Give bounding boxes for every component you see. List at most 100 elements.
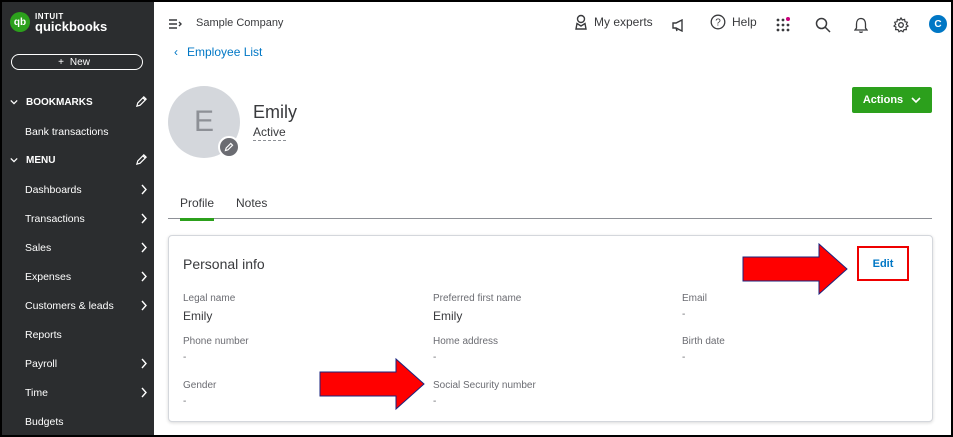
employee-name: Emily — [253, 102, 297, 122]
actions-dropdown-button[interactable]: Actions — [852, 87, 932, 113]
user-avatar[interactable]: C — [929, 15, 947, 33]
field-label: Home address — [433, 336, 499, 347]
svg-text:?: ? — [715, 18, 721, 29]
sidebar-item-time[interactable]: Time — [2, 378, 154, 407]
field-value: - — [183, 396, 187, 407]
tab-notes[interactable]: Notes — [236, 196, 267, 218]
sidebar-item-label: Reports — [25, 328, 62, 341]
search-icon[interactable] — [815, 17, 831, 33]
sidebar-item-sales[interactable]: Sales — [2, 233, 154, 262]
sidebar-item-label: Transactions — [25, 212, 85, 225]
chevron-right-icon — [141, 387, 147, 398]
sidebar-item-reports[interactable]: Reports — [2, 320, 154, 349]
chevron-right-icon — [141, 242, 147, 253]
home-address-field: Home address - — [433, 336, 498, 363]
field-label: Phone number — [183, 336, 249, 347]
quickbooks-logo[interactable]: qb INTUIT quickbooks — [10, 12, 108, 34]
sidebar-item-label: Payroll — [25, 357, 58, 370]
megaphone-icon[interactable] — [671, 19, 685, 32]
actions-label: Actions — [862, 94, 904, 106]
app-window: qb INTUIT quickbooks + New BOOKMARKS Ban… — [2, 2, 951, 435]
edit-personal-info-button[interactable]: Edit — [857, 246, 909, 281]
ssn-field: Social Security number - — [433, 380, 536, 407]
pencil-icon[interactable] — [135, 153, 148, 166]
menu-section-header[interactable]: MENU — [2, 148, 154, 172]
field-value: Emily — [433, 309, 463, 323]
sidebar-item-dashboards[interactable]: Dashboards — [2, 175, 154, 204]
pencil-icon[interactable] — [135, 95, 148, 108]
chevron-right-icon — [141, 184, 147, 195]
personal-info-title: Personal info — [183, 256, 265, 272]
gear-icon[interactable] — [893, 17, 909, 33]
field-label: Email — [682, 293, 708, 304]
field-label: Legal name — [183, 293, 236, 304]
sidebar-item-budgets[interactable]: Budgets — [2, 407, 154, 435]
email-field: Email - — [682, 293, 707, 320]
sidebar-item-expenses[interactable]: Expenses — [2, 262, 154, 291]
bookmarks-label: BOOKMARKS — [26, 96, 93, 108]
new-button[interactable]: + New — [11, 54, 143, 70]
field-value: - — [682, 352, 686, 363]
help-label: Help — [732, 15, 757, 29]
sidebar-item-bank-transactions[interactable]: Bank transactions — [2, 117, 154, 146]
field-label: Gender — [183, 380, 217, 391]
sidebar-item-label: Budgets — [25, 415, 64, 428]
sidebar-item-label: Bank transactions — [25, 125, 109, 138]
legal-name-field: Legal name Emily — [183, 293, 235, 323]
sidebar-item-customers-leads[interactable]: Customers & leads — [2, 291, 154, 320]
bell-icon[interactable] — [854, 17, 868, 34]
tab-profile[interactable]: Profile — [180, 196, 215, 221]
bookmarks-section-header[interactable]: BOOKMARKS — [2, 90, 154, 114]
field-value: - — [682, 309, 686, 320]
qb-logo-icon: qb — [10, 12, 30, 32]
field-value: Emily — [183, 309, 213, 323]
experts-icon — [575, 14, 587, 30]
sidebar-item-label: Time — [25, 386, 48, 399]
back-link-label: Employee List — [187, 45, 263, 59]
field-value: - — [183, 352, 187, 363]
sidebar-item-label: Expenses — [25, 270, 72, 283]
preferred-first-name-field: Preferred first name Emily — [433, 293, 521, 323]
logo-quickbooks-text: quickbooks — [35, 19, 108, 34]
annotation-arrow-ssn — [319, 357, 425, 411]
edit-photo-button[interactable] — [218, 136, 240, 158]
pencil-icon — [224, 142, 234, 152]
menu-label: MENU — [26, 154, 56, 166]
chevron-right-icon — [141, 358, 147, 369]
field-label: Birth date — [682, 336, 725, 347]
field-value: - — [433, 352, 437, 363]
help-button[interactable]: ? Help — [710, 14, 757, 30]
employee-tabs: Profile Notes — [168, 192, 932, 221]
my-experts-label: My experts — [594, 15, 653, 29]
annotation-arrow-edit — [742, 242, 848, 296]
back-to-employee-list-link[interactable]: ‹ Employee List — [174, 45, 262, 59]
hamburger-icon[interactable] — [168, 18, 182, 30]
sidebar-item-payroll[interactable]: Payroll — [2, 349, 154, 378]
field-value: - — [433, 396, 437, 407]
chevron-right-icon — [141, 271, 147, 282]
sidebar-item-label: Sales — [25, 241, 52, 254]
chevron-down-icon — [10, 99, 18, 105]
employee-status[interactable]: Active — [253, 125, 286, 141]
sidebar-item-transactions[interactable]: Transactions — [2, 204, 154, 233]
field-label: Preferred first name — [433, 293, 522, 304]
chevron-down-icon — [911, 96, 921, 103]
chevron-right-icon — [141, 300, 147, 311]
chevron-right-icon — [141, 213, 147, 224]
phone-number-field: Phone number - — [183, 336, 249, 363]
field-label: Social Security number — [433, 380, 536, 391]
company-name[interactable]: Sample Company — [196, 17, 283, 29]
chevron-left-icon: ‹ — [174, 45, 178, 59]
sidebar-item-label: Customers & leads — [25, 299, 114, 312]
sidebar-item-label: Dashboards — [25, 183, 82, 196]
new-button-label: New — [69, 56, 90, 68]
sidebar: qb INTUIT quickbooks + New BOOKMARKS Ban… — [2, 2, 154, 435]
plus-icon: + — [58, 56, 64, 68]
top-bar: Sample Company My experts ? Help C — [154, 2, 951, 48]
my-experts-button[interactable]: My experts — [574, 14, 653, 30]
help-icon: ? — [710, 14, 726, 30]
apps-icon[interactable] — [775, 16, 791, 32]
birth-date-field: Birth date - — [682, 336, 725, 363]
chevron-down-icon — [10, 157, 18, 163]
gender-field: Gender - — [183, 380, 216, 407]
